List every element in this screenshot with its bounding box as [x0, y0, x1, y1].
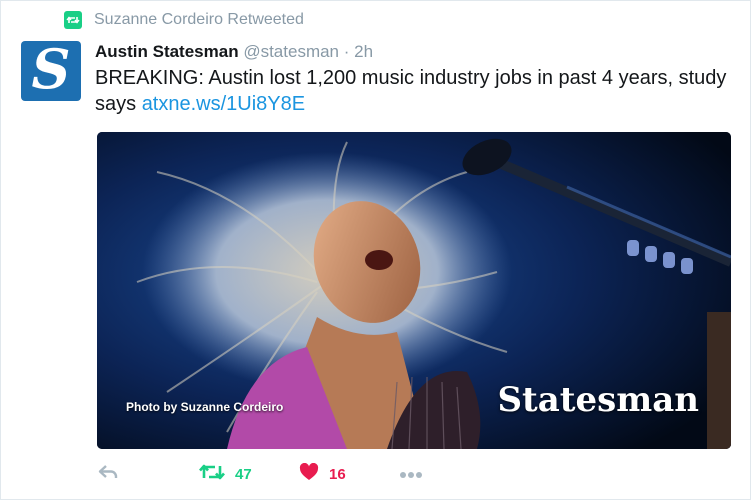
tweet-actions: 47 16: [97, 459, 737, 489]
tweet-card[interactable]: Suzanne Cordeiro Retweeted S Austin Stat…: [0, 0, 751, 500]
photo-credit: Photo by Suzanne Cordeiro: [126, 400, 284, 414]
more-icon: [399, 466, 423, 483]
like-button[interactable]: 16: [299, 462, 346, 485]
retweet-action-icon: [199, 463, 225, 485]
tweet-header: Austin Statesman @statesman · 2h: [95, 41, 373, 63]
author-handle[interactable]: @statesman: [243, 42, 339, 61]
reply-icon: [97, 463, 119, 485]
retweet-count: 47: [235, 465, 252, 483]
separator: ·: [343, 42, 350, 61]
tweet-link[interactable]: atxne.ws/1Ui8Y8E: [142, 93, 305, 115]
like-count: 16: [329, 465, 346, 483]
more-button[interactable]: [399, 466, 423, 483]
author-name[interactable]: Austin Statesman: [95, 42, 239, 61]
retweet-context: Suzanne Cordeiro Retweeted: [64, 11, 304, 29]
avatar[interactable]: S: [21, 41, 81, 101]
retweet-icon: [64, 11, 82, 29]
tweet-text: BREAKING: Austin lost 1,200 music indust…: [95, 65, 735, 117]
retweet-context-text[interactable]: Suzanne Cordeiro Retweeted: [94, 11, 304, 29]
timestamp[interactable]: 2h: [354, 42, 373, 61]
retweet-button[interactable]: 47: [199, 463, 252, 485]
media-photo[interactable]: Photo by Suzanne Cordeiro Statesman: [97, 132, 731, 449]
reply-button[interactable]: [97, 463, 119, 485]
heart-icon: [299, 462, 319, 485]
avatar-logo: S: [31, 41, 71, 101]
statesman-watermark: Statesman: [497, 380, 700, 420]
